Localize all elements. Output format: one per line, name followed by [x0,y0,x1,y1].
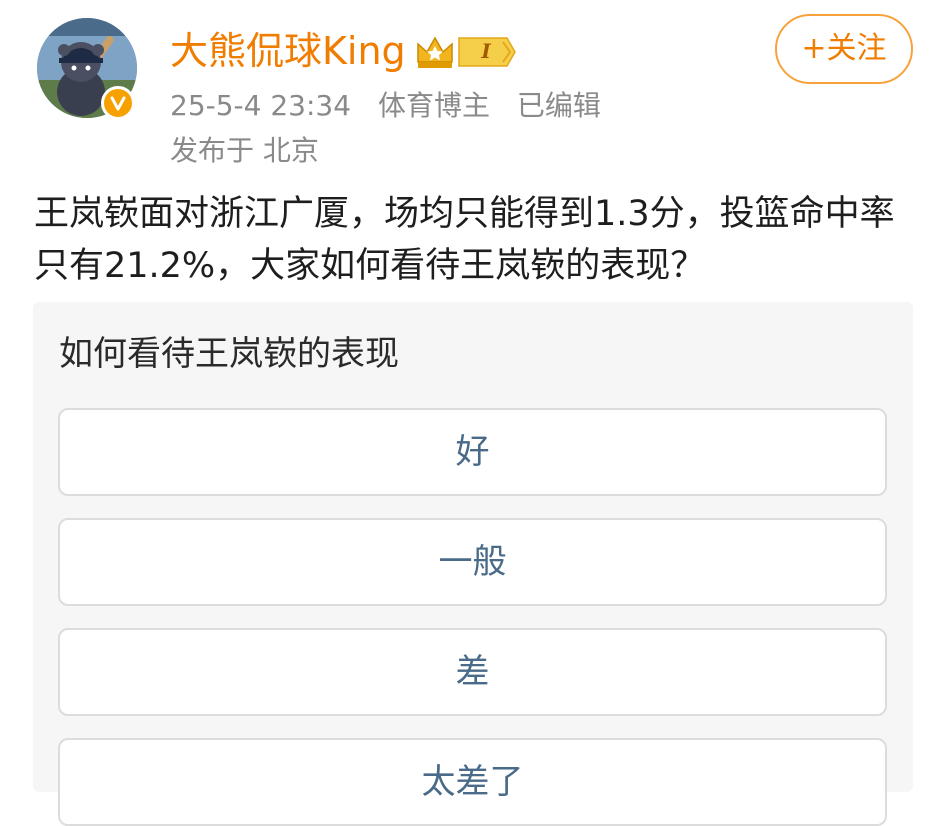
edited-label[interactable]: 已编辑 [517,89,601,122]
author-category: 体育博主 [377,89,490,122]
poll-option-label: 太差了 [421,762,524,802]
author-name[interactable]: 大熊侃球King [170,28,406,74]
poll-title: 如何看待王岚嵚的表现 [59,334,399,374]
verified-icon [101,86,135,120]
poll-option[interactable]: 太差了 [58,738,887,826]
post-location: 发布于 北京 [170,134,319,167]
poll-option[interactable]: 一般 [58,518,887,606]
post-meta: 25-5-4 23:34 体育博主 已编辑 [170,88,619,124]
post-text: 王岚嵚面对浙江广厦，场均只能得到1.3分，投篮命中率只有21.2%，大家如何看待… [34,194,895,286]
follow-button[interactable]: +关注 [775,14,913,84]
poll-option-label: 差 [455,652,490,692]
level-badge-text: I [481,39,491,63]
poll-option[interactable]: 好 [58,408,887,496]
poll-option[interactable]: 差 [58,628,887,716]
poll-card: 如何看待王岚嵚的表现 好 一般 差 太差了 [33,302,913,826]
post-timestamp: 25-5-4 23:34 [170,89,352,122]
poll-option-label: 一般 [438,542,507,582]
poll-option-label: 好 [455,432,490,472]
